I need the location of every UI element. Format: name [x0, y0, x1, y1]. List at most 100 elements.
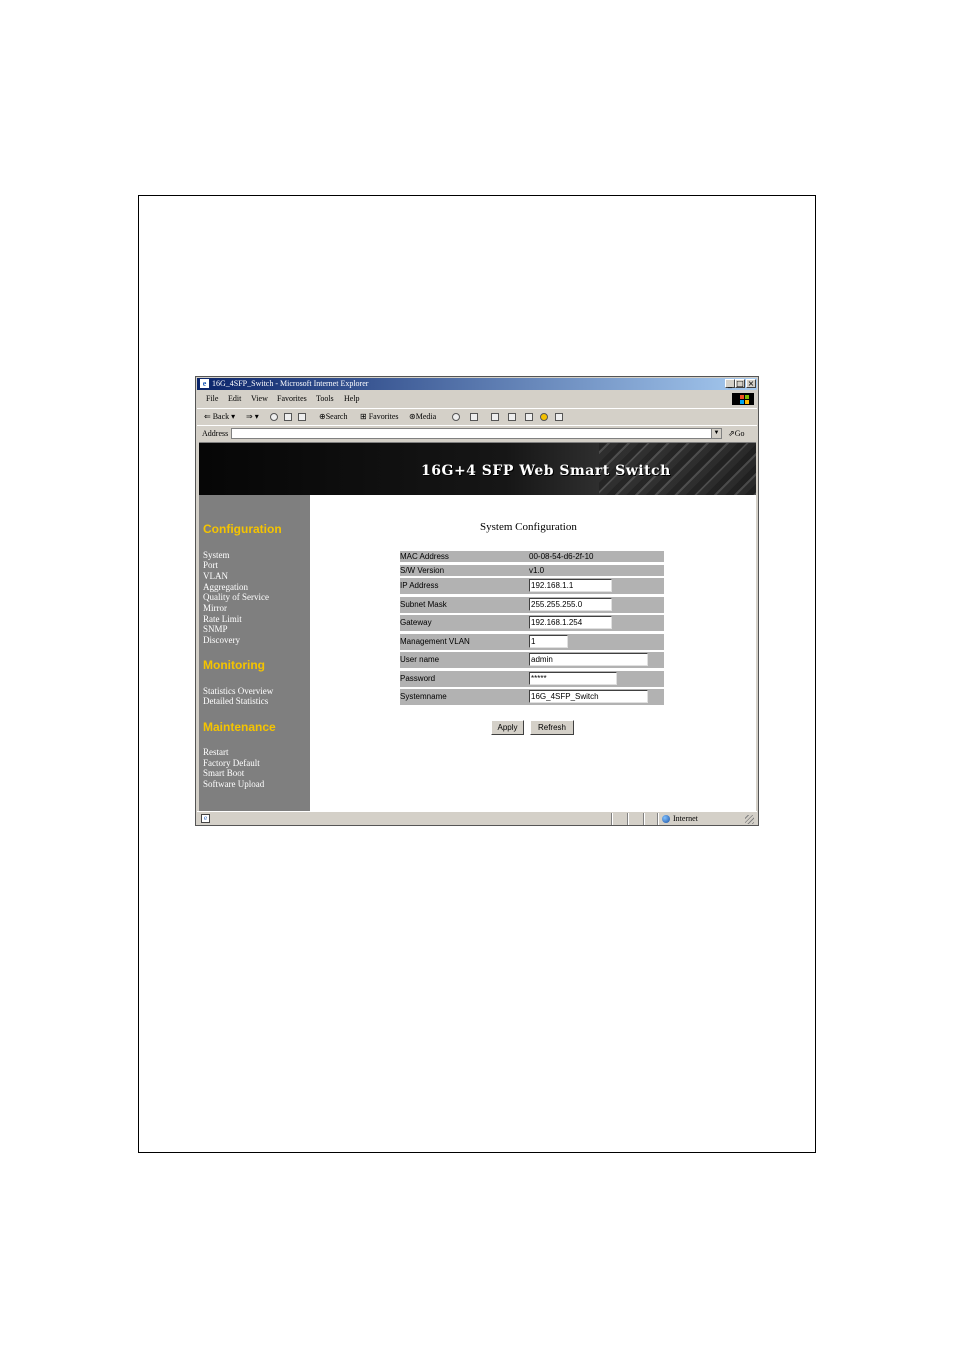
menu-edit[interactable]: Edit: [228, 391, 241, 406]
page-title: System Configuration: [480, 521, 577, 533]
sw-version-value: v1.0: [529, 566, 545, 575]
row-subnet-mask: Subnet Mask 255.255.255.0: [400, 597, 664, 613]
chevron-down-icon[interactable]: ▼: [711, 428, 722, 439]
address-input[interactable]: [231, 428, 722, 439]
sidebar-item-discovery[interactable]: Discovery: [203, 635, 240, 645]
sidebar-item-system[interactable]: System: [203, 550, 230, 560]
row-label: Systemname: [400, 692, 447, 701]
menu-file[interactable]: File: [206, 391, 218, 406]
page-content: 16G+4 SFP Web Smart Switch Configuration…: [199, 442, 756, 811]
back-label: Back: [212, 412, 230, 421]
go-button[interactable]: ⇗Go: [728, 426, 744, 441]
sidebar-item-restart[interactable]: Restart: [203, 747, 229, 757]
apply-button[interactable]: Apply: [491, 720, 524, 735]
row-label: Gateway: [400, 618, 432, 627]
row-management-vlan: Management VLAN 1: [400, 634, 664, 650]
ie-icon: e: [200, 379, 209, 388]
row-label: Subnet Mask: [400, 600, 447, 609]
management-vlan-input[interactable]: 1: [529, 635, 568, 648]
sidebar-item-aggregation[interactable]: Aggregation: [203, 582, 248, 592]
row-label: MAC Address: [400, 552, 449, 561]
media-button[interactable]: ⊛Media: [409, 409, 436, 425]
row-ip-address: IP Address 192.168.1.1: [400, 578, 664, 594]
address-bar: Address ▼ ⇗Go: [197, 425, 757, 441]
globe-icon: [662, 815, 670, 823]
status-divider: [611, 813, 613, 825]
row-systemname: Systemname 16G_4SFP_Switch: [400, 689, 664, 705]
maximize-icon[interactable]: □: [735, 379, 745, 388]
search-button[interactable]: ⊕Search: [319, 409, 347, 425]
banner: 16G+4 SFP Web Smart Switch: [199, 443, 756, 495]
search-label: Search: [325, 412, 348, 421]
menu-tools[interactable]: Tools: [316, 391, 334, 406]
systemname-input[interactable]: 16G_4SFP_Switch: [529, 690, 648, 703]
password-input[interactable]: *****: [529, 672, 617, 685]
sidebar-item-snmp[interactable]: SNMP: [203, 624, 228, 634]
favorites-label: Favorites: [368, 412, 399, 421]
favorites-button[interactable]: ⊞ Favorites: [360, 409, 398, 425]
discuss-icon[interactable]: [525, 413, 533, 421]
main-panel: System Configuration MAC Address 00-08-5…: [310, 495, 756, 811]
sidebar-heading-maintenance: Maintenance: [203, 720, 276, 734]
go-arrow-icon: ⇗: [728, 429, 735, 438]
mac-address-value: 00-08-54-d6-2f-10: [529, 552, 594, 561]
close-icon[interactable]: ×: [746, 379, 756, 388]
row-label: Password: [400, 674, 436, 683]
sidebar-item-rate-limit[interactable]: Rate Limit: [203, 614, 242, 624]
page-status-icon: e: [201, 814, 210, 823]
menu-bar: File Edit View Favorites Tools Help: [197, 391, 757, 406]
home-icon[interactable]: [298, 413, 306, 421]
row-password: Password *****: [400, 671, 664, 687]
status-divider: [657, 813, 659, 825]
status-divider: [643, 813, 645, 825]
sidebar-item-detailed-statistics[interactable]: Detailed Statistics: [203, 696, 268, 706]
row-sw-version: S/W Version v1.0: [400, 565, 664, 576]
row-gateway: Gateway 192.168.1.254: [400, 615, 664, 631]
gateway-input[interactable]: 192.168.1.254: [529, 616, 612, 629]
menu-favorites[interactable]: Favorites: [277, 391, 307, 406]
row-mac-address: MAC Address 00-08-54-d6-2f-10: [400, 551, 664, 562]
ip-address-input[interactable]: 192.168.1.1: [529, 579, 612, 592]
mail-icon[interactable]: [470, 413, 478, 421]
subnet-mask-input[interactable]: 255.255.255.0: [529, 598, 612, 611]
minimize-icon[interactable]: _: [725, 379, 735, 388]
address-label: Address: [202, 429, 229, 438]
refresh-button[interactable]: Refresh: [530, 720, 574, 735]
row-user-name: User name admin: [400, 652, 664, 668]
sidebar-item-qos[interactable]: Quality of Service: [203, 592, 269, 602]
menu-view[interactable]: View: [251, 391, 268, 406]
sidebar-item-mirror[interactable]: Mirror: [203, 603, 227, 613]
row-label: S/W Version: [400, 566, 445, 575]
research-icon[interactable]: [555, 413, 563, 421]
user-name-input[interactable]: admin: [529, 653, 648, 666]
toolbar: ⇐ Back ▾ ⇒ ▾ ⊕Search ⊞ Favorites ⊛Media: [197, 408, 757, 425]
browser-window: e 16G_4SFP_Switch - Microsoft Internet E…: [195, 376, 759, 826]
sidebar-item-smart-boot[interactable]: Smart Boot: [203, 768, 244, 778]
media-icon: ⊛: [409, 412, 416, 421]
sidebar-item-port[interactable]: Port: [203, 560, 218, 570]
row-label: User name: [400, 655, 440, 664]
print-icon[interactable]: [491, 413, 499, 421]
go-label: Go: [734, 429, 745, 438]
media-label: Media: [415, 412, 437, 421]
messenger-icon[interactable]: [540, 413, 548, 421]
sidebar-item-statistics-overview[interactable]: Statistics Overview: [203, 686, 273, 696]
sidebar-item-software-upload[interactable]: Software Upload: [203, 779, 264, 789]
banner-title: 16G+4 SFP Web Smart Switch: [421, 463, 671, 479]
history-icon[interactable]: [452, 413, 460, 421]
favorites-icon: ⊞: [360, 412, 367, 421]
forward-button[interactable]: ⇒ ▾: [246, 409, 259, 425]
sidebar-item-vlan[interactable]: VLAN: [203, 571, 228, 581]
sidebar-item-factory-default[interactable]: Factory Default: [203, 758, 260, 768]
edit-icon[interactable]: [508, 413, 516, 421]
back-button[interactable]: ⇐ Back ▾: [204, 409, 235, 425]
sidebar-heading-monitoring: Monitoring: [203, 658, 265, 672]
stop-icon[interactable]: [270, 413, 278, 421]
refresh-icon[interactable]: [284, 413, 292, 421]
security-zone: Internet: [673, 814, 698, 823]
menu-help[interactable]: Help: [344, 391, 360, 406]
status-divider: [627, 813, 629, 825]
windows-logo-icon: [732, 393, 754, 405]
back-arrow-icon: ⇐: [204, 412, 211, 421]
resize-grip-icon[interactable]: [745, 815, 754, 824]
